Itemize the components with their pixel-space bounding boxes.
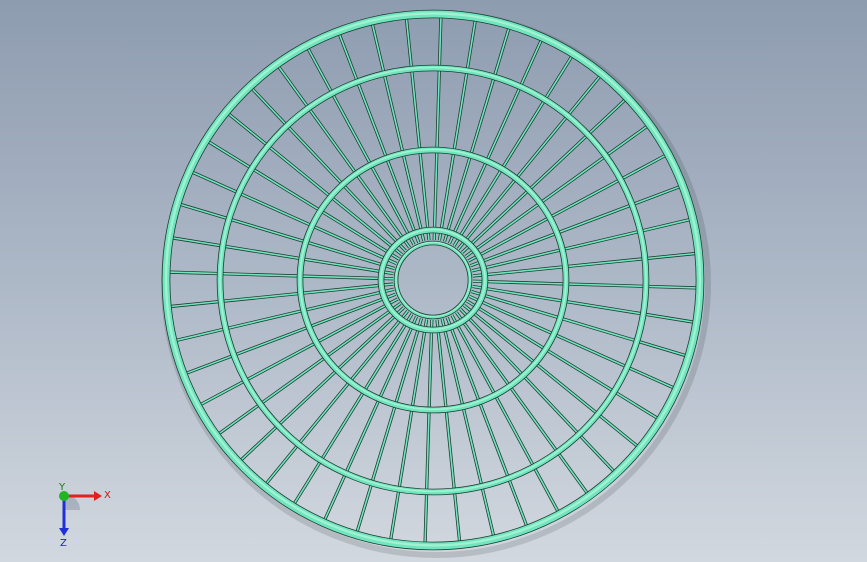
spoke bbox=[338, 33, 420, 243]
ring-3 bbox=[297, 147, 569, 413]
spoke bbox=[265, 310, 409, 485]
graphics-viewport[interactable] bbox=[0, 0, 867, 562]
spoke bbox=[461, 99, 626, 254]
wire-basket-model[interactable] bbox=[161, 9, 711, 558]
outer-rim-ring bbox=[162, 10, 704, 550]
spoke bbox=[470, 185, 681, 267]
spoke bbox=[446, 317, 528, 527]
orientation-triad: X Y Z bbox=[58, 482, 111, 548]
spoke bbox=[472, 280, 697, 289]
spoke bbox=[433, 17, 442, 241]
y-axis-label: Y bbox=[58, 482, 66, 493]
spokes-group bbox=[169, 17, 697, 543]
spoke bbox=[227, 113, 403, 256]
x-axis-arrowhead bbox=[94, 491, 102, 501]
center-hole-ring-highlight bbox=[395, 241, 471, 317]
spoke bbox=[389, 319, 428, 540]
spoke bbox=[436, 319, 461, 542]
spoke bbox=[472, 285, 694, 323]
z-axis-label: Z bbox=[60, 538, 67, 548]
x-axis-label: X bbox=[104, 490, 111, 501]
spoke bbox=[170, 283, 394, 308]
spoke bbox=[438, 20, 477, 241]
spoke bbox=[405, 18, 430, 241]
spoke bbox=[185, 293, 396, 375]
spoke bbox=[472, 252, 696, 277]
spoke bbox=[251, 87, 407, 252]
spoke bbox=[463, 304, 639, 447]
spoke bbox=[172, 237, 394, 275]
spoke bbox=[240, 306, 405, 461]
spoke bbox=[459, 308, 615, 473]
spoke bbox=[169, 271, 394, 280]
spoke bbox=[457, 75, 601, 250]
ring-2 bbox=[217, 65, 649, 495]
z-axis-arrowhead bbox=[59, 528, 69, 536]
spoke bbox=[424, 319, 433, 543]
